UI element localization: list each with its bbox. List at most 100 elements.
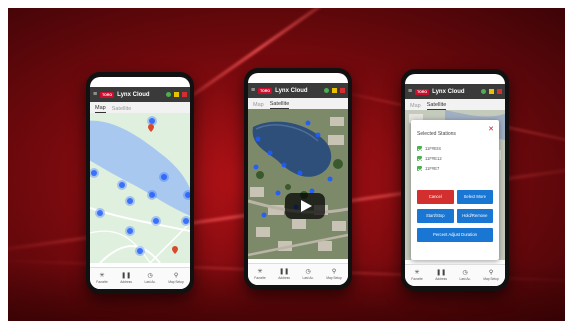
status-red-icon: [340, 88, 345, 93]
bottom-nav: ✳ Favorite ❚❚ Address ◷ Last Ac. ⚲ Map S…: [405, 264, 505, 286]
station-item[interactable]: 11F#EIS: [417, 144, 493, 154]
nav-favorite[interactable]: ✳ Favorite: [411, 270, 423, 281]
status-green-icon: [324, 88, 329, 93]
pin-icon: ⚲: [173, 273, 179, 279]
percent-adjust-duration-button[interactable]: Percent Adjust Duration: [417, 227, 493, 242]
nav-map-setup[interactable]: ⚲ Map Setup: [168, 273, 183, 284]
clock-icon: ◷: [147, 273, 153, 279]
nav-map-setup[interactable]: ⚲ Map Setup: [483, 270, 498, 281]
pause-icon: ❚❚: [121, 273, 132, 279]
pin-icon: ⚲: [488, 270, 494, 276]
app-header: ≡ TORO Lynx Cloud: [90, 87, 190, 102]
nav-address[interactable]: ❚❚ Address: [435, 270, 447, 281]
checkbox-checked-icon[interactable]: [417, 146, 422, 152]
status-yellow-icon: [332, 88, 337, 93]
map-tabs: Map Satellite: [90, 102, 190, 113]
phone-screen: ≡ TORO Lynx Cloud Map Satellite: [405, 74, 505, 286]
start-stop-button[interactable]: Start/Stop: [417, 208, 454, 223]
checkbox-checked-icon[interactable]: [417, 156, 422, 162]
station-label: 11F#E12: [425, 156, 442, 162]
status-red-icon: [497, 89, 502, 94]
toro-logo: TORO: [100, 91, 115, 98]
status-red-icon: [182, 92, 187, 97]
selected-stations-dialog: ✕ Selected Stations 11F#EIS 11F#E12 11F#…: [411, 120, 499, 260]
map-tabs: Map Satellite: [248, 98, 348, 109]
nav-label: Address: [435, 277, 447, 281]
phone-map-view: ≡ TORO Lynx Cloud Map Satellite ✳ Favori…: [86, 72, 194, 294]
nav-label: Last Ac.: [302, 276, 314, 280]
nav-address[interactable]: ❚❚ Address: [278, 269, 290, 280]
pin-icon: ⚲: [331, 269, 337, 275]
nav-label: Address: [120, 280, 132, 284]
app-header: ≡ TORO Lynx Cloud: [405, 84, 505, 99]
status-yellow-icon: [174, 92, 179, 97]
nav-last-activity[interactable]: ◷ Last Ac.: [459, 270, 470, 281]
tab-map[interactable]: Map: [410, 103, 421, 110]
close-icon[interactable]: ✕: [488, 126, 494, 133]
nav-label: Map Setup: [168, 280, 184, 284]
app-title: Lynx Cloud: [275, 87, 308, 94]
tab-map[interactable]: Map: [253, 102, 264, 109]
station-item[interactable]: 11F#E7: [417, 164, 493, 174]
satellite-map: [248, 109, 348, 259]
station-label: 11F#E7: [425, 166, 440, 172]
nav-favorite[interactable]: ✳ Favorite: [96, 273, 108, 284]
phone-screen: ≡ TORO Lynx Cloud Map Satellite: [90, 77, 190, 289]
app-header: ≡ TORO Lynx Cloud: [248, 83, 348, 98]
hold-remove-button[interactable]: Hold/Remove: [456, 208, 493, 223]
nav-label: Address: [278, 276, 290, 280]
station-item[interactable]: 11F#E12: [417, 154, 493, 164]
nav-map-setup[interactable]: ⚲ Map Setup: [326, 269, 341, 280]
tab-map[interactable]: Map: [95, 105, 106, 113]
map-tabs: Map Satellite: [405, 99, 505, 110]
play-button[interactable]: [285, 193, 325, 219]
select-more-button[interactable]: Select More: [456, 189, 493, 204]
nav-label: Last Ac.: [144, 280, 156, 284]
nav-last-activity[interactable]: ◷ Last Ac.: [302, 269, 313, 280]
street-map: [90, 113, 190, 264]
toro-logo: TORO: [415, 88, 430, 95]
nav-address[interactable]: ❚❚ Address: [120, 273, 132, 284]
checkbox-checked-icon[interactable]: [417, 166, 422, 172]
menu-icon[interactable]: ≡: [408, 88, 412, 95]
cancel-button[interactable]: Cancel: [417, 189, 454, 204]
status-yellow-icon: [489, 89, 494, 94]
dialog-button-row: Start/Stop Hold/Remove: [417, 208, 493, 223]
tab-satellite[interactable]: Satellite: [426, 102, 447, 110]
nav-label: Map Setup: [483, 277, 499, 281]
nav-label: Favorite: [96, 280, 108, 284]
clock-icon: ◷: [462, 270, 468, 276]
nav-last-activity[interactable]: ◷ Last Ac.: [144, 273, 155, 284]
station-list: 11F#EIS 11F#E12 11F#E7: [417, 144, 493, 174]
app-title: Lynx Cloud: [117, 91, 150, 98]
app-title: Lynx Cloud: [432, 88, 465, 95]
nav-label: Favorite: [411, 277, 423, 281]
phone-screen: ≡ TORO Lynx Cloud Map Satellite: [248, 73, 348, 285]
phone-satellite-view: ≡ TORO Lynx Cloud Map Satellite ✳ Favori…: [244, 68, 352, 290]
menu-icon[interactable]: ≡: [93, 91, 97, 98]
star-icon: ✳: [99, 273, 105, 279]
phone-dialog-view: ≡ TORO Lynx Cloud Map Satellite ✕ Select…: [401, 69, 509, 291]
menu-icon[interactable]: ≡: [251, 87, 255, 94]
toro-logo: TORO: [258, 87, 273, 94]
star-icon: ✳: [257, 269, 263, 275]
video-frame[interactable]: ≡ TORO Lynx Cloud Map Satellite ✳ Favori…: [8, 8, 565, 321]
bottom-nav: ✳ Favorite ❚❚ Address ◷ Last Ac. ⚲ Map S…: [90, 267, 190, 289]
bottom-nav: ✳ Favorite ❚❚ Address ◷ Last Ac. ⚲ Map S…: [248, 263, 348, 285]
status-green-icon: [481, 89, 486, 94]
star-icon: ✳: [414, 270, 420, 276]
tab-satellite[interactable]: Satellite: [112, 106, 132, 113]
dialog-title: Selected Stations: [417, 131, 456, 137]
map-canvas[interactable]: [90, 113, 190, 267]
satellite-canvas[interactable]: [248, 109, 348, 263]
dialog-button-row: Cancel Select More: [417, 189, 493, 204]
tab-satellite[interactable]: Satellite: [269, 101, 290, 109]
nav-favorite[interactable]: ✳ Favorite: [254, 269, 266, 280]
nav-label: Map Setup: [326, 276, 342, 280]
nav-label: Last Ac.: [459, 277, 471, 281]
clock-icon: ◷: [305, 269, 311, 275]
pause-icon: ❚❚: [279, 269, 290, 275]
station-label: 11F#EIS: [425, 146, 441, 152]
pause-icon: ❚❚: [436, 270, 447, 276]
status-green-icon: [166, 92, 171, 97]
